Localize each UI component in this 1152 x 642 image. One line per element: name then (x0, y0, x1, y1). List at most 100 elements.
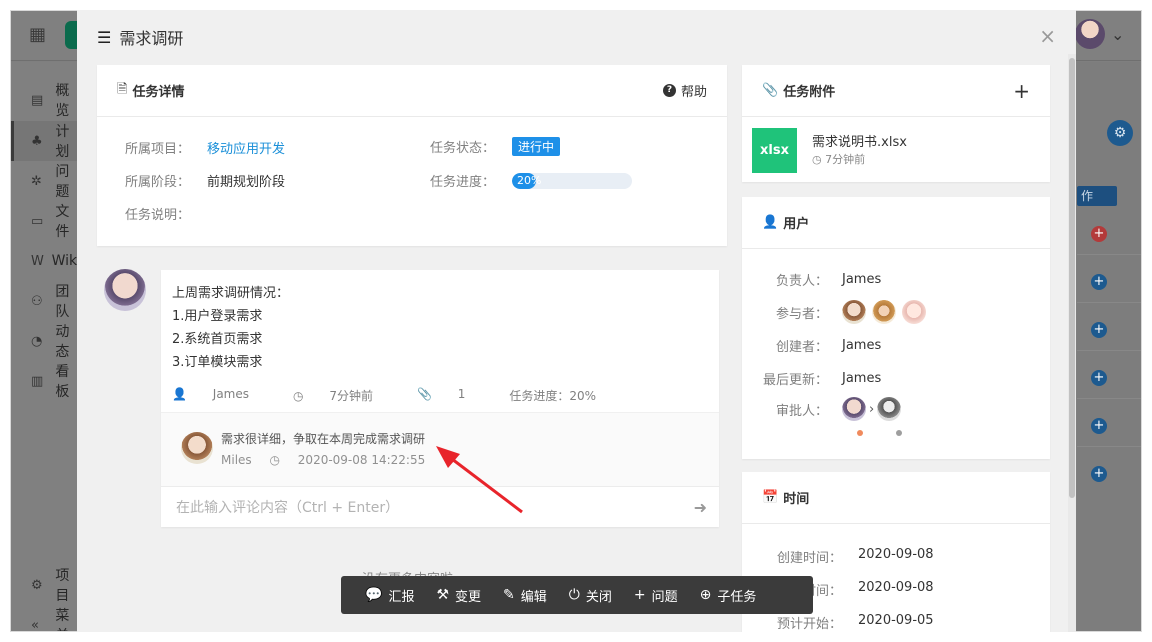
card-header: 📎 任务附件 + (742, 65, 1050, 117)
sidebar-item-issues[interactable]: ✲ 问题 (11, 161, 81, 201)
planned-start-date: 2020-09-05 (858, 613, 934, 628)
arrow-right-icon[interactable]: ➜ (694, 498, 707, 517)
team-icon: ⚇ (31, 293, 43, 309)
user-avatar[interactable] (1075, 19, 1105, 49)
sidebar-item-collapse-menu[interactable]: «菜单 (11, 605, 81, 632)
comment-line: 上周需求调研情况： (172, 286, 290, 301)
status-field: 任务状态： 进行中 (430, 137, 561, 156)
field-label: 创建者： (775, 340, 828, 355)
field-label: 创建时间： (776, 551, 842, 566)
sidebar-item-activity[interactable]: ◔ 动态 (11, 321, 81, 361)
button-label: 变更 (455, 589, 482, 605)
power-icon: ⏻ (568, 587, 580, 603)
owner-field: 负责人： James (742, 270, 881, 289)
apps-grid-icon[interactable]: ▦ (29, 25, 49, 45)
progress-text: 20% (517, 173, 542, 187)
sidebar-item-plan[interactable]: ♣ 计划 (11, 121, 81, 161)
change-button[interactable]: ⚒ 变更 (436, 586, 481, 605)
calendar-icon: 📅 (762, 490, 779, 505)
scrollbar-thumb[interactable] (1069, 58, 1075, 498)
button-label: 问题 (651, 589, 678, 605)
close-task-button[interactable]: ⏻ 关闭 (569, 586, 612, 605)
comment-line: 1.用户登录需求 (172, 309, 263, 324)
progress-bar[interactable]: 20% (512, 172, 632, 189)
remove-icon[interactable]: + (1091, 226, 1107, 242)
sidebar-item-team[interactable]: ⚇ 团队 (11, 281, 81, 321)
report-button[interactable]: 💬 汇报 (365, 586, 414, 605)
owner-name: James (842, 272, 882, 287)
collapse-icon: « (31, 617, 39, 632)
gear-icon[interactable]: ⚙ (1107, 120, 1133, 146)
project-link[interactable]: 移动应用开发 (207, 138, 285, 157)
card-title: 任务附件 (783, 85, 836, 100)
modal-header: ☰ 需求调研 (77, 10, 1076, 64)
xlsx-file-icon[interactable]: xlsx (752, 128, 797, 173)
clock-icon: ◷ (812, 153, 822, 166)
row-divider (1077, 302, 1141, 303)
field-label: 任务状态： (430, 141, 496, 156)
button-label: 编辑 (520, 589, 547, 605)
creator-name: James (842, 338, 882, 353)
edit-button[interactable]: ✎ 编辑 (503, 586, 547, 605)
close-icon[interactable]: × (1039, 26, 1056, 46)
sidebar-item-files[interactable]: ▭ 文件 (11, 201, 81, 241)
approver-avatar[interactable] (877, 397, 902, 421)
comment-attachments[interactable]: 📎 1 (417, 387, 487, 404)
add-issue-button[interactable]: + 问题 (634, 586, 678, 605)
field-label: 最后更新： (762, 373, 828, 388)
participant-avatar[interactable] (842, 300, 866, 324)
comment-meta: 👤 James ◷ 7分钟前 📎 1 任务进度：20% (172, 387, 618, 404)
add-icon[interactable]: + (1091, 274, 1107, 290)
help-link[interactable]: ? 帮助 (662, 81, 707, 100)
comment-author: 👤 James (172, 387, 271, 404)
add-icon[interactable]: + (1091, 418, 1107, 434)
document-icon: 🗎 (117, 81, 128, 97)
sidebar-item-wiki[interactable]: W Wiki (11, 241, 81, 281)
comment-input-placeholder: 在此输入评论内容（Ctrl + Enter） (176, 500, 400, 516)
approver-avatar[interactable] (842, 397, 866, 421)
sidebar-item-board[interactable]: ▥ 看板 (11, 361, 81, 401)
activity-icon: ◔ (31, 333, 43, 349)
add-subtask-button[interactable]: ⊕ 子任务 (700, 586, 757, 605)
add-icon[interactable]: + (1091, 370, 1107, 386)
attachment-count: 1 (457, 387, 466, 401)
pencil-icon: ✎ (503, 587, 515, 603)
field-label: 预计开始： (776, 617, 842, 632)
participant-avatar[interactable] (902, 300, 926, 324)
time-text: 2020-09-08 14:22:55 (297, 453, 426, 467)
field-label: 任务进度： (430, 175, 496, 190)
task-list-icon: ☰ (97, 27, 112, 47)
question-icon: ? (662, 84, 676, 97)
chevron-down-icon[interactable]: ⌄ (1111, 25, 1124, 44)
background-task-list: ⚙ 作 + + + + + + (1077, 62, 1141, 631)
bug-icon: ✲ (31, 173, 42, 189)
field-label: 参与者： (775, 306, 828, 322)
add-attachment-button[interactable]: + (1013, 79, 1030, 103)
sidebar-item-overview[interactable]: ▤ 概览 (11, 80, 81, 120)
button-label: 关闭 (585, 589, 612, 605)
modal-title: 需求调研 (119, 29, 184, 48)
comment-author-avatar[interactable] (104, 269, 146, 311)
add-icon[interactable]: + (1091, 322, 1107, 338)
add-icon[interactable]: + (1091, 466, 1107, 482)
time-text: 7分钟前 (329, 389, 373, 403)
card-header: 🗎 任务详情 ? 帮助 (97, 65, 727, 117)
comment-time: ◷ 7分钟前 (293, 387, 395, 404)
sidebar-item-project-settings[interactable]: ⚙ 项目 (11, 565, 81, 605)
paperclip-icon: 📎 (762, 83, 779, 98)
operation-button[interactable]: 作 (1077, 186, 1117, 206)
approver-field: 审批人： › (742, 397, 907, 421)
approver-status-dot (857, 430, 863, 436)
created-time-field: 创建时间： 2020-09-08 (742, 547, 934, 566)
card-header: 📅 时间 (742, 472, 1050, 524)
time-text: 7分钟前 (825, 153, 866, 166)
file-name[interactable]: 需求说明书.xlsx (812, 131, 907, 150)
reply-author-avatar[interactable] (181, 432, 213, 464)
status-badge[interactable]: 进行中 (512, 137, 561, 156)
comment-line: 2.系统首页需求 (172, 332, 263, 347)
card-title: 任务详情 (132, 85, 185, 100)
progress-field: 任务进度： 20% (430, 171, 632, 190)
button-label: 子任务 (717, 589, 757, 605)
field-label: 所属项目： (125, 142, 191, 157)
participant-avatar[interactable] (872, 300, 896, 324)
